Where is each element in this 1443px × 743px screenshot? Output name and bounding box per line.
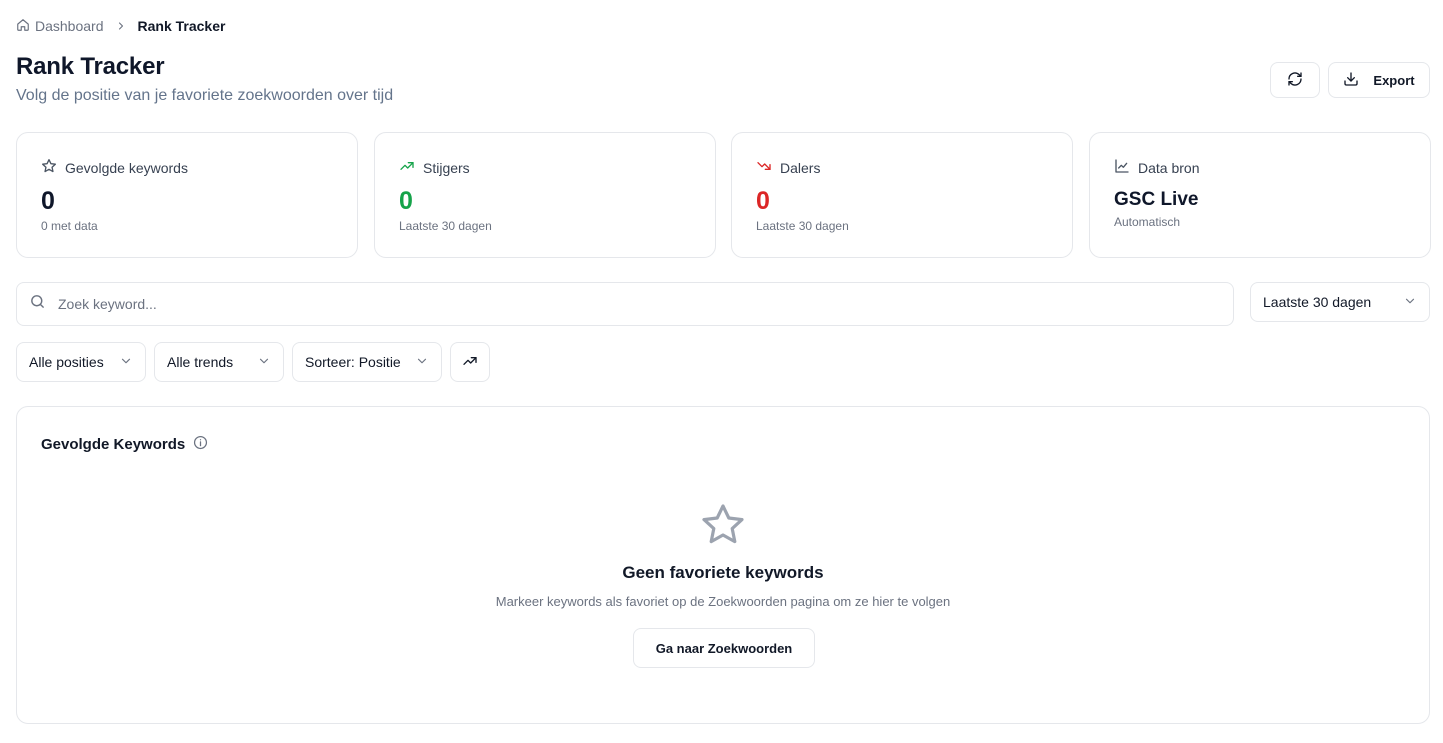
stat-label: Gevolgde keywords	[65, 159, 188, 176]
chevron-down-icon	[415, 354, 429, 371]
empty-state-text: Markeer keywords als favoriet op de Zoek…	[495, 594, 951, 609]
export-button[interactable]: Export	[1328, 62, 1430, 98]
line-chart-icon	[1114, 158, 1130, 177]
star-icon	[699, 501, 747, 554]
trending-up-icon	[399, 158, 415, 177]
panel-title: Gevolgde Keywords	[41, 436, 186, 453]
stat-card-tracked: Gevolgde keywords 0 0 met data	[16, 132, 358, 258]
chevron-down-icon	[257, 354, 271, 371]
stat-label: Stijgers	[423, 159, 470, 176]
search-box[interactable]	[16, 282, 1234, 326]
stat-card-data-source: Data bron GSC Live Automatisch	[1089, 132, 1431, 258]
period-select-value: Laatste 30 dagen	[1263, 294, 1372, 310]
stat-value: 0	[41, 187, 55, 215]
stat-sub: Automatisch	[1114, 215, 1181, 229]
stat-card-fallers: Dalers 0 Laatste 30 dagen	[731, 132, 1073, 258]
breadcrumb: Dashboard Rank Tracker	[16, 17, 225, 35]
stat-sub: 0 met data	[41, 219, 98, 233]
export-label: Export	[1373, 72, 1415, 88]
stat-label: Data bron	[1138, 159, 1200, 176]
positions-filter[interactable]: Alle posities	[16, 342, 146, 382]
stat-value: 0	[756, 187, 770, 215]
trend-chart-toggle-button[interactable]	[450, 342, 490, 382]
trends-filter[interactable]: Alle trends	[154, 342, 284, 382]
star-icon	[41, 158, 57, 177]
refresh-button[interactable]	[1270, 62, 1320, 98]
goto-keywords-button[interactable]: Ga naar Zoekwoorden	[633, 628, 815, 668]
stat-sub: Laatste 30 dagen	[399, 219, 492, 233]
chevron-down-icon	[119, 354, 133, 371]
stat-sub: Laatste 30 dagen	[756, 219, 849, 233]
stat-value: 0	[399, 187, 413, 215]
period-select[interactable]: Laatste 30 dagen	[1250, 282, 1430, 322]
page-title: Rank Tracker	[16, 53, 165, 80]
trending-down-icon	[756, 158, 772, 177]
tracked-keywords-panel: Gevolgde Keywords Geen favoriete keyword…	[16, 406, 1430, 724]
home-icon	[16, 18, 30, 35]
trending-up-icon	[462, 353, 478, 372]
chevron-down-icon	[1403, 294, 1417, 311]
breadcrumb-dashboard-link[interactable]: Dashboard	[16, 18, 104, 35]
sort-select[interactable]: Sorteer: Positie	[292, 342, 442, 382]
empty-state-title: Geen favoriete keywords	[622, 563, 824, 582]
breadcrumb-current: Rank Tracker	[137, 18, 226, 34]
search-icon	[29, 293, 46, 315]
positions-filter-value: Alle posities	[29, 354, 104, 370]
trends-filter-value: Alle trends	[167, 354, 234, 370]
stat-value: GSC Live	[1114, 189, 1199, 210]
download-icon	[1343, 71, 1359, 90]
breadcrumb-dashboard-label: Dashboard	[35, 18, 104, 34]
info-icon[interactable]	[193, 435, 208, 454]
page-subtitle: Volg de positie van je favoriete zoekwoo…	[16, 87, 394, 104]
stat-label: Dalers	[780, 159, 821, 176]
stat-card-risers: Stijgers 0 Laatste 30 dagen	[374, 132, 716, 258]
sort-select-value: Sorteer: Positie	[305, 354, 401, 370]
chevron-right-icon	[115, 20, 127, 32]
refresh-icon	[1287, 71, 1303, 90]
search-input[interactable]	[58, 296, 1208, 312]
